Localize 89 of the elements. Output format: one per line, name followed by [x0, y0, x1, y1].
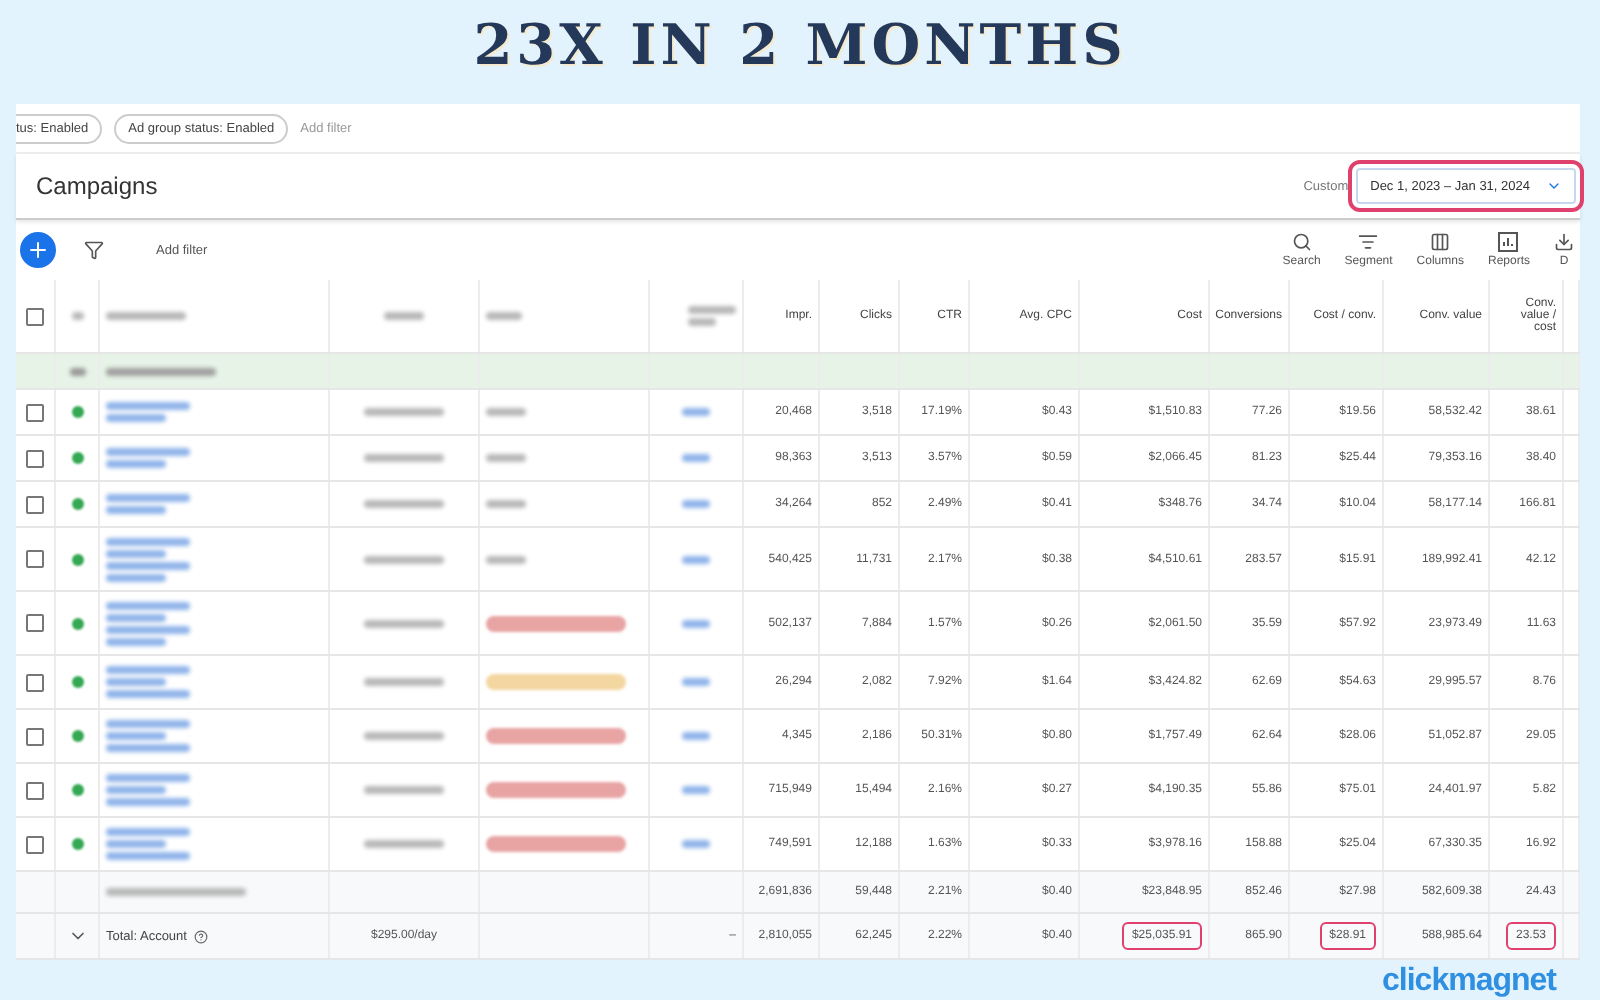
- blurred-text: [364, 454, 444, 462]
- status-dot: [71, 676, 83, 688]
- blurred-text: [106, 666, 190, 674]
- add-button[interactable]: [20, 232, 56, 268]
- blurred-text: [106, 494, 190, 502]
- blurred-text: [364, 732, 444, 740]
- status-dot: [71, 553, 83, 565]
- blurred-text: [106, 312, 186, 320]
- blurred-text: [682, 408, 710, 416]
- blurred-text: [682, 840, 710, 848]
- status-dot: [71, 838, 83, 850]
- blurred-text: [106, 537, 190, 545]
- blurred-text: [486, 555, 526, 563]
- blurred-text: [106, 798, 190, 806]
- checkbox[interactable]: [26, 781, 44, 799]
- download-icon: [1554, 232, 1574, 252]
- blurred-text: [106, 460, 166, 468]
- blurred-text: [364, 840, 444, 848]
- blurred-text: [682, 454, 710, 462]
- blurred-text: [486, 500, 526, 508]
- blurred-text: [106, 744, 190, 752]
- status-dot: [71, 498, 83, 510]
- blurred-text: [364, 500, 444, 508]
- checkbox[interactable]: [26, 495, 44, 513]
- blurred-text: [682, 678, 710, 686]
- blurred-text: [384, 312, 424, 320]
- blurred-text: [106, 690, 190, 698]
- blurred-text: [106, 637, 166, 645]
- columns-icon: [1430, 232, 1451, 252]
- blurred-text: [682, 732, 710, 740]
- blurred-text: [106, 448, 190, 456]
- blurred-text: [364, 555, 444, 563]
- status-dot: [71, 406, 83, 418]
- checkbox[interactable]: [26, 835, 44, 853]
- blurred-text: [106, 506, 166, 514]
- blurred-text: [682, 786, 710, 794]
- blurred-text: [106, 367, 216, 375]
- checkbox[interactable]: [26, 307, 44, 325]
- blurred-text: [106, 828, 190, 836]
- blurred-text: [682, 619, 710, 627]
- blurred-text: [106, 786, 166, 794]
- blurred-text: [69, 367, 85, 375]
- status-dot: [71, 784, 83, 796]
- checkbox[interactable]: [26, 727, 44, 745]
- help-icon[interactable]: [194, 929, 209, 943]
- checkbox[interactable]: [26, 673, 44, 691]
- blurred-text: [106, 732, 166, 740]
- filter-icon[interactable]: [84, 240, 104, 260]
- blurred-text: [106, 720, 190, 728]
- blurred-text: [106, 774, 190, 782]
- blurred-text: [106, 613, 166, 621]
- blurred-text: [106, 888, 246, 896]
- blurred-text: [364, 786, 444, 794]
- plus-icon: [26, 238, 50, 262]
- brand-logo: clickmagnet: [1382, 964, 1556, 1000]
- blurred-text: [106, 402, 190, 410]
- status-dot: [71, 617, 83, 629]
- blurred-text: [106, 678, 166, 686]
- blurred-text: [364, 678, 444, 686]
- blurred-text: [71, 312, 83, 320]
- status-dot: [71, 730, 83, 742]
- caret-icon: [1546, 178, 1562, 194]
- blurred-text: [682, 555, 710, 563]
- blurred-text: [486, 408, 526, 416]
- blurred-text: [106, 573, 166, 581]
- blurred-text: [106, 601, 190, 609]
- blurred-text: [106, 549, 166, 557]
- blurred-text: [106, 840, 166, 848]
- blurred-text: [106, 414, 166, 422]
- status-dot: [71, 452, 83, 464]
- blurred-text: [486, 454, 526, 462]
- checkbox[interactable]: [26, 449, 44, 467]
- blurred-text: [682, 500, 710, 508]
- headline: 23X IN 2 MONTHS: [473, 12, 1127, 82]
- blurred-text: [486, 312, 522, 320]
- checkbox[interactable]: [26, 403, 44, 421]
- blurred-text: [688, 306, 736, 314]
- search-icon: [1291, 232, 1312, 252]
- blurred-text: [364, 619, 444, 627]
- page-title: Campaigns: [36, 172, 160, 200]
- checkbox[interactable]: [26, 550, 44, 568]
- lines-icon: [1358, 232, 1379, 252]
- blurred-text: [106, 852, 190, 860]
- blurred-text: [106, 561, 190, 569]
- blurred-text: [364, 408, 444, 416]
- blurred-text: [688, 318, 716, 326]
- chart-icon: [1498, 232, 1519, 252]
- checkbox[interactable]: [26, 614, 44, 632]
- blurred-text: [106, 625, 190, 633]
